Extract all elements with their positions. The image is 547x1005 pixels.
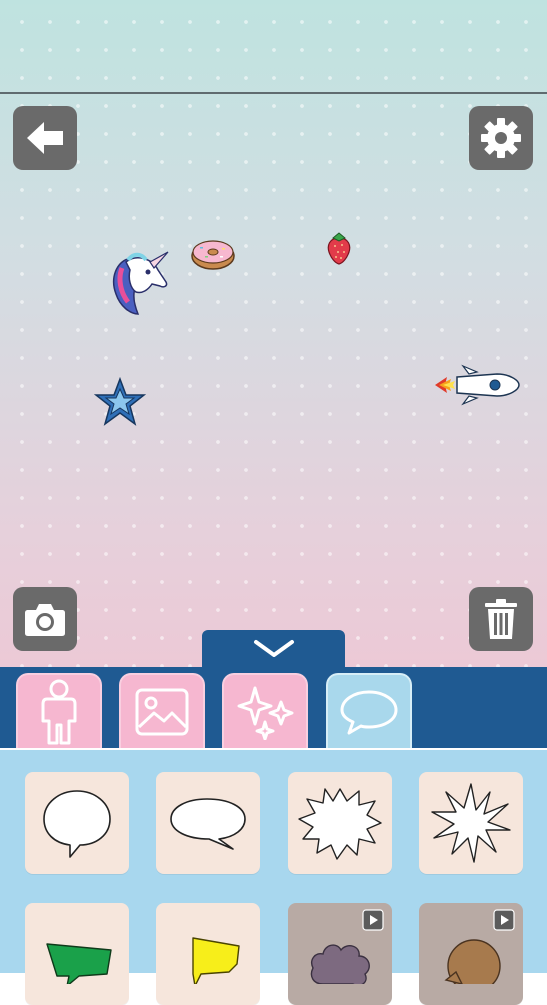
green-banner-bubble-icon bbox=[46, 943, 112, 984]
item-card[interactable] bbox=[156, 903, 260, 1005]
strawberry-sticker[interactable] bbox=[325, 230, 353, 270]
item-card[interactable] bbox=[25, 903, 129, 1005]
item-card-locked[interactable] bbox=[419, 903, 523, 1005]
image-icon bbox=[135, 688, 189, 736]
back-arrow-icon bbox=[27, 122, 63, 154]
chevron-down-icon bbox=[253, 639, 294, 657]
item-card[interactable] bbox=[156, 772, 260, 874]
star-sticker[interactable] bbox=[93, 376, 147, 431]
round-speech-bubble-icon bbox=[43, 790, 111, 858]
spiky-bubble-icon bbox=[298, 788, 382, 860]
trash-icon bbox=[485, 599, 517, 639]
video-ad-icon bbox=[362, 909, 384, 931]
speech-bubble-icon bbox=[340, 690, 398, 735]
tab-speech-bubbles[interactable] bbox=[326, 673, 412, 749]
unicorn-sticker[interactable] bbox=[108, 248, 172, 322]
tab-characters[interactable] bbox=[16, 673, 102, 749]
oval-speech-bubble-icon bbox=[170, 798, 246, 850]
camera-button[interactable] bbox=[13, 587, 77, 651]
item-card[interactable] bbox=[25, 772, 129, 874]
sparkle-icon bbox=[237, 686, 294, 740]
cloud-bubble-icon bbox=[310, 944, 370, 984]
gear-icon bbox=[481, 118, 521, 158]
item-card[interactable] bbox=[419, 772, 523, 874]
rocket-sticker[interactable] bbox=[433, 364, 521, 410]
delete-button[interactable] bbox=[469, 587, 533, 651]
strawberry-icon bbox=[327, 232, 351, 265]
top-divider bbox=[0, 92, 547, 94]
item-card[interactable] bbox=[288, 772, 392, 874]
yellow-banner-bubble-icon bbox=[192, 937, 240, 984]
unicorn-icon bbox=[112, 251, 169, 315]
star-icon bbox=[93, 376, 147, 426]
item-card-locked[interactable] bbox=[288, 903, 392, 1005]
collapse-panel-button[interactable] bbox=[202, 630, 345, 667]
tab-backgrounds[interactable] bbox=[119, 673, 205, 749]
burst-bubble-icon bbox=[431, 783, 511, 863]
video-ad-icon bbox=[493, 909, 515, 931]
back-button[interactable] bbox=[13, 106, 77, 170]
donut-icon bbox=[191, 240, 235, 270]
person-icon bbox=[41, 679, 77, 745]
rocket-icon bbox=[435, 364, 520, 406]
tab-effects[interactable] bbox=[222, 673, 308, 749]
donut-sticker[interactable] bbox=[190, 237, 236, 275]
settings-button[interactable] bbox=[469, 106, 533, 170]
play-canvas[interactable] bbox=[0, 0, 547, 667]
brown-bubble-icon bbox=[444, 939, 501, 984]
camera-icon bbox=[25, 604, 65, 636]
